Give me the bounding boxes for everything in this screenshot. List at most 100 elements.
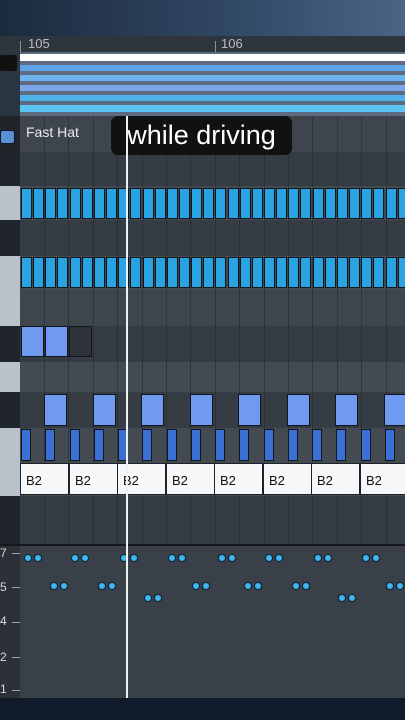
midi-note[interactable] <box>21 326 44 357</box>
velocity-marker[interactable] <box>275 554 283 562</box>
midi-note[interactable] <box>288 429 298 461</box>
velocity-marker[interactable] <box>178 554 186 562</box>
midi-note[interactable] <box>141 394 164 426</box>
midi-note[interactable] <box>191 188 202 219</box>
midi-note[interactable] <box>215 257 226 288</box>
midi-note[interactable] <box>398 188 405 219</box>
velocity-marker[interactable] <box>372 554 380 562</box>
midi-note[interactable] <box>264 188 275 219</box>
midi-note[interactable] <box>155 257 166 288</box>
midi-note[interactable] <box>155 188 166 219</box>
velocity-marker[interactable] <box>81 554 89 562</box>
midi-note[interactable] <box>215 188 226 219</box>
midi-note[interactable] <box>191 257 202 288</box>
velocity-marker[interactable] <box>396 582 404 590</box>
midi-note[interactable] <box>82 257 93 288</box>
midi-note[interactable] <box>70 429 80 461</box>
midi-note[interactable]: B2 <box>311 463 360 495</box>
velocity-marker[interactable] <box>34 554 42 562</box>
midi-note[interactable] <box>21 188 32 219</box>
clip-control-icon[interactable] <box>0 130 15 144</box>
midi-note[interactable] <box>228 188 239 219</box>
velocity-marker[interactable] <box>154 594 162 602</box>
midi-note[interactable] <box>240 257 251 288</box>
midi-note[interactable] <box>191 429 201 461</box>
velocity-marker[interactable] <box>386 582 394 590</box>
midi-note[interactable]: B2 <box>214 463 263 495</box>
midi-note[interactable] <box>93 394 116 426</box>
midi-note[interactable] <box>361 257 372 288</box>
midi-note[interactable] <box>45 326 68 357</box>
velocity-marker[interactable] <box>338 594 346 602</box>
note-grid[interactable]: B2 B2 B2 B2 B2 B2 B2 B2 <box>20 116 405 544</box>
piano-key[interactable] <box>0 186 20 220</box>
midi-note[interactable] <box>325 188 336 219</box>
midi-note[interactable]: B2 <box>166 463 215 495</box>
midi-note[interactable] <box>190 394 213 426</box>
velocity-marker[interactable] <box>98 582 106 590</box>
midi-note[interactable] <box>337 188 348 219</box>
midi-note[interactable] <box>142 429 152 461</box>
velocity-marker[interactable] <box>108 582 116 590</box>
midi-note[interactable] <box>130 188 141 219</box>
midi-note[interactable] <box>203 257 214 288</box>
piano-key[interactable] <box>0 290 20 326</box>
midi-note[interactable] <box>179 257 190 288</box>
velocity-marker[interactable] <box>168 554 176 562</box>
midi-note[interactable] <box>69 326 92 357</box>
midi-note[interactable] <box>349 257 360 288</box>
midi-note[interactable] <box>70 257 81 288</box>
piano-key[interactable] <box>0 256 20 290</box>
velocity-marker[interactable] <box>254 582 262 590</box>
midi-note[interactable] <box>385 429 395 461</box>
midi-note[interactable] <box>70 188 81 219</box>
midi-note[interactable] <box>94 429 104 461</box>
midi-note[interactable] <box>300 188 311 219</box>
velocity-marker[interactable] <box>362 554 370 562</box>
midi-note[interactable] <box>203 188 214 219</box>
midi-note[interactable] <box>33 188 44 219</box>
midi-note[interactable] <box>287 394 310 426</box>
velocity-marker[interactable] <box>292 582 300 590</box>
midi-note[interactable] <box>143 188 154 219</box>
velocity-marker[interactable] <box>144 594 152 602</box>
velocity-lane[interactable] <box>20 546 405 698</box>
midi-note[interactable] <box>239 429 249 461</box>
velocity-marker[interactable] <box>314 554 322 562</box>
midi-note[interactable] <box>33 257 44 288</box>
midi-note[interactable] <box>384 394 405 426</box>
midi-note[interactable] <box>264 429 274 461</box>
velocity-marker[interactable] <box>244 582 252 590</box>
midi-note[interactable] <box>167 257 178 288</box>
midi-note[interactable] <box>336 429 346 461</box>
midi-note[interactable] <box>386 257 397 288</box>
velocity-marker[interactable] <box>202 582 210 590</box>
midi-note[interactable] <box>45 429 55 461</box>
midi-note[interactable] <box>215 429 225 461</box>
velocity-marker[interactable] <box>324 554 332 562</box>
midi-note[interactable] <box>252 257 263 288</box>
velocity-marker[interactable] <box>218 554 226 562</box>
playhead[interactable] <box>126 116 128 698</box>
midi-note[interactable] <box>44 394 67 426</box>
midi-note[interactable] <box>373 257 384 288</box>
midi-note[interactable] <box>264 257 275 288</box>
midi-note[interactable] <box>373 188 384 219</box>
midi-note[interactable] <box>94 188 105 219</box>
midi-note[interactable] <box>276 188 287 219</box>
piano-key[interactable] <box>0 326 20 362</box>
midi-note[interactable] <box>300 257 311 288</box>
midi-note[interactable] <box>45 257 56 288</box>
midi-note[interactable] <box>106 188 117 219</box>
piano-key[interactable] <box>0 362 20 392</box>
midi-note[interactable] <box>386 188 397 219</box>
midi-note[interactable] <box>337 257 348 288</box>
velocity-marker[interactable] <box>71 554 79 562</box>
midi-note[interactable] <box>94 257 105 288</box>
midi-note[interactable] <box>325 257 336 288</box>
midi-note[interactable] <box>288 188 299 219</box>
midi-note[interactable] <box>398 257 405 288</box>
piano-key[interactable] <box>0 392 20 428</box>
midi-note[interactable] <box>313 257 324 288</box>
fold-button[interactable] <box>0 55 17 71</box>
